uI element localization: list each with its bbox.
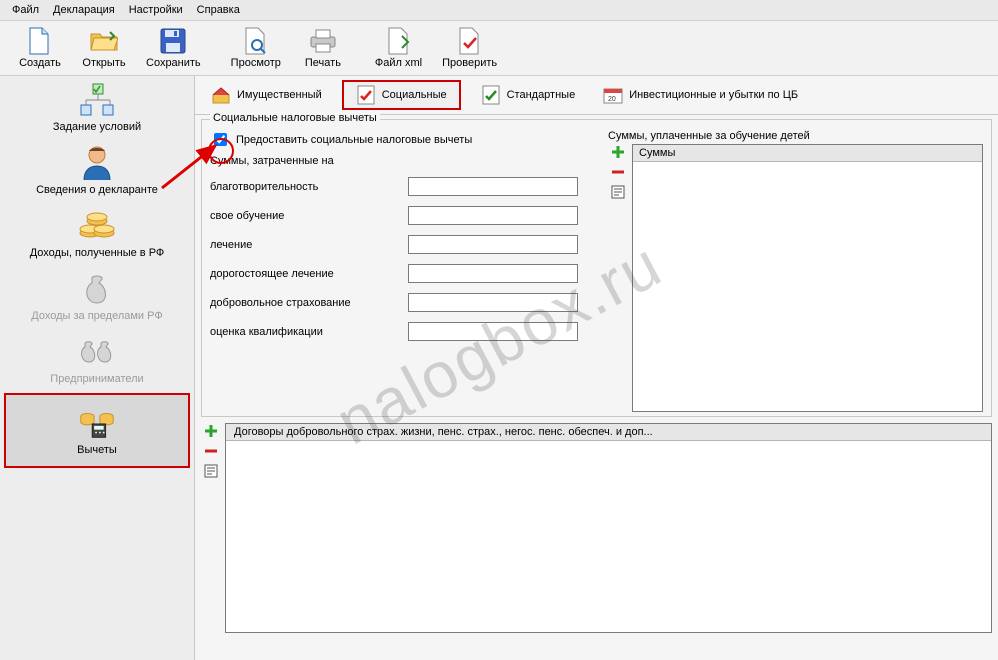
open-button[interactable]: Открыть [72, 25, 136, 71]
input-voluntary-insurance[interactable] [408, 293, 578, 312]
tab-property[interactable]: Имущественный [203, 80, 330, 110]
contracts-toolbar [201, 423, 221, 660]
print-button[interactable]: Печать [291, 25, 355, 71]
sidebar-item-entrepreneurs[interactable]: Предприниматели [0, 328, 194, 391]
coins-icon [76, 208, 118, 244]
tab-standard[interactable]: Стандартные [473, 80, 584, 110]
create-button[interactable]: Создать [8, 25, 72, 71]
menu-bar: Файл Декларация Настройки Справка [0, 0, 998, 20]
label-own-education: свое обучение [210, 210, 400, 222]
label-qualification: оценка квалификации [210, 326, 400, 338]
check-button[interactable]: Проверить [432, 25, 507, 71]
house-icon [211, 86, 231, 104]
spent-on-label: Суммы, затраченные на [210, 155, 600, 167]
sidebar: Задание условий Сведения о декларанте До… [0, 76, 195, 660]
content-pane: Имущественный Социальные Стандартные [195, 76, 998, 660]
input-treatment[interactable] [408, 235, 578, 254]
save-button[interactable]: Сохранить [136, 25, 211, 71]
sack-icon [76, 271, 118, 307]
edit-child-sum-button[interactable] [610, 184, 626, 200]
deductions-icon [76, 405, 118, 441]
save-label: Сохранить [146, 57, 201, 69]
deduction-tabs: Имущественный Социальные Стандартные [195, 76, 998, 115]
add-child-sum-button[interactable] [610, 144, 626, 160]
contracts-list[interactable]: Договоры добровольного страх. жизни, пен… [225, 423, 992, 633]
new-file-icon [26, 27, 54, 55]
preview-icon [242, 27, 270, 55]
input-expensive-treatment[interactable] [408, 264, 578, 283]
menu-settings[interactable]: Настройки [125, 2, 187, 18]
children-list-toolbar [608, 144, 628, 412]
sidebar-item-declarant[interactable]: Сведения о декларанте [0, 139, 194, 202]
tab-property-label: Имущественный [237, 89, 322, 101]
check-label: Проверить [442, 57, 497, 69]
tab-standard-label: Стандартные [507, 89, 576, 101]
preview-button[interactable]: Просмотр [221, 25, 291, 71]
edit-contract-button[interactable] [203, 463, 219, 479]
add-contract-button[interactable] [203, 423, 219, 439]
menu-help[interactable]: Справка [193, 2, 244, 18]
label-treatment: лечение [210, 239, 400, 251]
provide-checkbox-row: Предоставить социальные налоговые вычеты [210, 130, 600, 149]
check-sheet-icon [356, 86, 376, 104]
print-label: Печать [305, 57, 341, 69]
xml-file-icon [385, 27, 413, 55]
menu-declaration[interactable]: Декларация [49, 2, 119, 18]
provide-checkbox[interactable] [214, 133, 227, 146]
remove-contract-button[interactable] [203, 443, 219, 459]
input-charity[interactable] [408, 177, 578, 196]
label-charity: благотворительность [210, 181, 400, 193]
deductions-label: Вычеты [77, 444, 117, 456]
group-title: Социальные налоговые вычеты [210, 112, 380, 124]
input-qualification[interactable] [408, 322, 578, 341]
printer-icon [309, 27, 337, 55]
children-education-title: Суммы, уплаченные за обучение детей [608, 130, 983, 142]
svg-text:20: 20 [608, 96, 616, 103]
save-floppy-icon [159, 27, 187, 55]
conditions-label: Задание условий [53, 121, 141, 133]
income-rf-label: Доходы, полученные в РФ [30, 247, 165, 259]
sidebar-item-income-abroad[interactable]: Доходы за пределами РФ [0, 265, 194, 328]
contracts-header: Договоры добровольного страх. жизни, пен… [226, 424, 991, 441]
entrepreneurs-label: Предприниматели [50, 373, 143, 385]
tab-social-label: Социальные [382, 89, 447, 101]
social-deductions-group: Социальные налоговые вычеты Предоставить… [201, 119, 992, 417]
sidebar-item-conditions[interactable]: Задание условий [0, 76, 194, 139]
income-abroad-label: Доходы за пределами РФ [31, 310, 162, 322]
tab-invest[interactable]: 20 Инвестиционные и убытки по ЦБ [595, 80, 806, 110]
remove-child-sum-button[interactable] [610, 164, 626, 180]
tab-social[interactable]: Социальные [342, 80, 461, 110]
children-sums-header: Суммы [633, 145, 982, 162]
input-own-education[interactable] [408, 206, 578, 225]
provide-label: Предоставить социальные налоговые вычеты [236, 134, 472, 146]
open-label: Открыть [82, 57, 125, 69]
open-folder-icon [90, 27, 118, 55]
check-file-icon [456, 27, 484, 55]
contracts-panel: Договоры добровольного страх. жизни, пен… [201, 423, 992, 660]
main-toolbar: Создать Открыть Сохранить Просмотр Печа [0, 20, 998, 76]
calendar-icon: 20 [603, 86, 623, 104]
sidebar-item-income-rf[interactable]: Доходы, полученные в РФ [0, 202, 194, 265]
person-icon [76, 145, 118, 181]
menu-file[interactable]: Файл [8, 2, 43, 18]
conditions-icon [76, 82, 118, 118]
sidebar-item-deductions[interactable]: Вычеты [4, 393, 190, 468]
children-sums-list[interactable]: Суммы [632, 144, 983, 412]
tab-invest-label: Инвестиционные и убытки по ЦБ [629, 89, 798, 101]
preview-label: Просмотр [231, 57, 281, 69]
check-sheet-green-icon [481, 86, 501, 104]
declarant-label: Сведения о декларанте [36, 184, 158, 196]
xml-label: Файл xml [375, 57, 422, 69]
label-voluntary-insurance: добровольное страхование [210, 297, 400, 309]
create-label: Создать [19, 57, 61, 69]
label-expensive-treatment: дорогостоящее лечение [210, 268, 400, 280]
sacks-icon [76, 334, 118, 370]
xml-button[interactable]: Файл xml [365, 25, 432, 71]
